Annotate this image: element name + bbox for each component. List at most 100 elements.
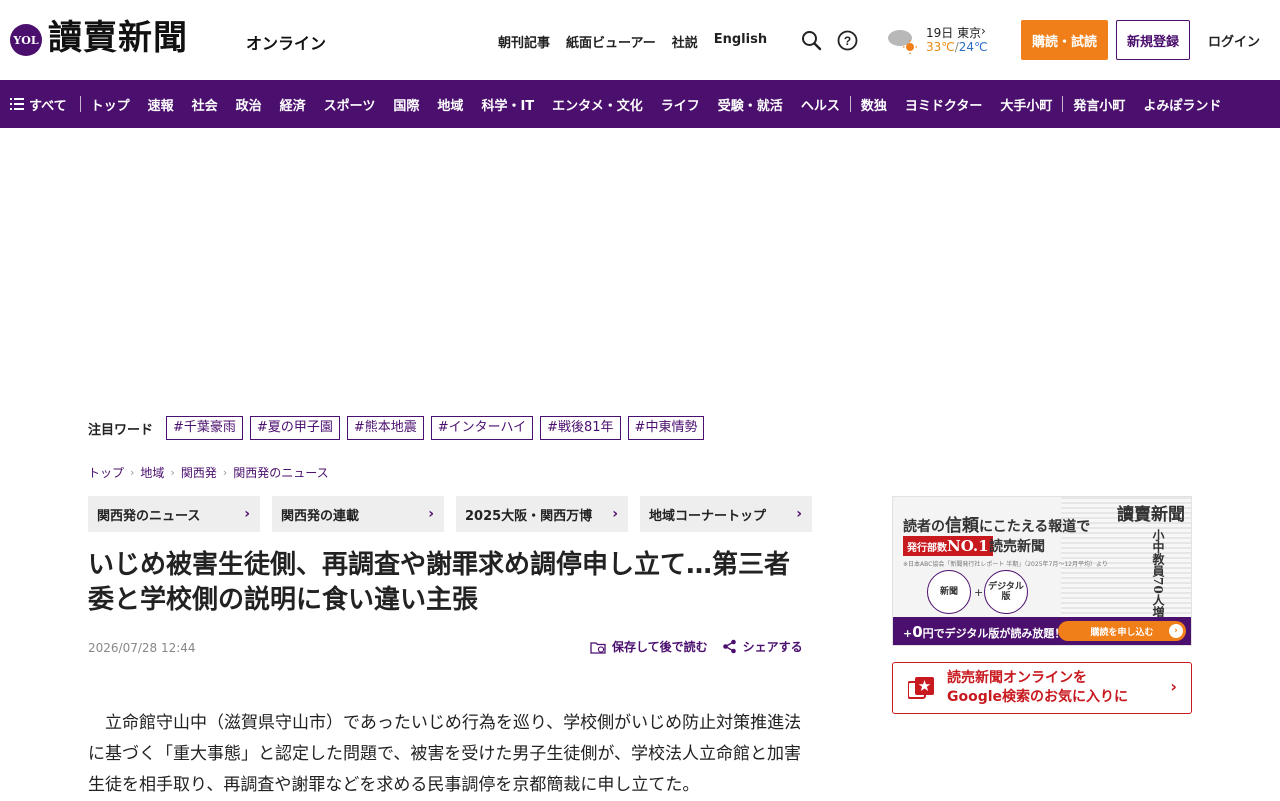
article-actions: 保存して後で読む シェアする	[590, 638, 803, 655]
nav-item-yomidr[interactable]: ヨミドクター	[896, 95, 991, 114]
nav-item-life[interactable]: ライフ	[652, 95, 709, 114]
nav-divider	[849, 96, 851, 112]
article-headline: いじめ被害生徒側、再調査や謝罪求め調停申し立て…第三者委と学校側の説明に食い違い…	[88, 550, 791, 615]
subscribe-button[interactable]: 購読・試読	[1021, 20, 1108, 60]
chevron-right-icon: ›	[428, 506, 434, 522]
weather-widget[interactable]: 19日 東京 › 33℃/24℃	[886, 24, 996, 56]
site-logo[interactable]: 讀賣新聞	[48, 16, 188, 60]
google-favorite-text: 読売新聞オンラインを Google検索のお気に入りに	[947, 669, 1128, 707]
subnav-button[interactable]: 2025大阪・関西万博 ›	[456, 496, 628, 532]
subnav-label: 地域コーナートップ	[649, 508, 767, 524]
breadcrumb-item[interactable]: 地域	[140, 464, 164, 481]
site-header: YOL 讀賣新聞 オンライン 朝刊記事 紙面ビューアー 社説 English ?…	[0, 0, 1280, 80]
ad-space	[0, 128, 1280, 400]
article-body: 立命館守山中（滋賀県守山市）であったいじめ行為を巡り、学校側がいじめ防止対策推進…	[88, 708, 812, 801]
trend-tag[interactable]: #中東情勢	[627, 416, 705, 440]
nav-item-economy[interactable]: 経済	[271, 95, 315, 114]
subnav-label: 2025大阪・関西万博	[465, 508, 593, 524]
temp-low: 24℃	[958, 40, 988, 54]
register-button[interactable]: 新規登録	[1116, 20, 1190, 60]
save-later-button[interactable]: 保存して後で読む	[590, 638, 708, 655]
trend-tag[interactable]: #熊本地震	[346, 416, 424, 440]
subnav-button[interactable]: 地域コーナートップ ›	[640, 496, 812, 532]
temp-high: 33℃	[926, 40, 955, 54]
trending-label: 注目ワード	[88, 422, 154, 438]
chevron-right-icon: ›	[222, 466, 228, 479]
share-label: シェアする	[742, 640, 803, 654]
chevron-right-icon: ›	[170, 466, 175, 479]
nav-item-science[interactable]: 科学・IT	[472, 95, 543, 114]
ad-bar-prefix: +	[903, 627, 913, 640]
ad-tagline-prefix: 読者の	[903, 519, 945, 535]
nav-item-hatsugen[interactable]: 発言小町	[1064, 95, 1134, 114]
nav-divider	[1062, 96, 1064, 112]
trending-words: 注目ワード #千葉豪雨 #夏の甲子園 #熊本地震 #インターハイ #戦後81年 …	[88, 416, 705, 440]
header-link-english[interactable]: English	[714, 32, 767, 51]
subscription-ad-banner[interactable]: 讀賣新聞 小中教員70人増 読者の信頼にこたえる報道で 発行部数NO.1 読売新…	[892, 496, 1192, 646]
chevron-right-icon: ›	[1169, 624, 1183, 638]
share-button[interactable]: シェアする	[722, 638, 803, 655]
save-later-label: 保存して後で読む	[612, 640, 708, 654]
nav-item-komachi[interactable]: 大手小町	[991, 95, 1061, 114]
weather-temps: 33℃/24℃	[926, 40, 988, 54]
subnav-button[interactable]: 関西発のニュース ›	[88, 496, 260, 532]
google-favorite-line2: Google検索のお気に入りに	[947, 689, 1129, 705]
share-icon	[722, 639, 736, 654]
nav-item-sudoku[interactable]: 数独	[852, 95, 896, 114]
trend-tag[interactable]: #千葉豪雨	[166, 416, 243, 440]
ad-tagline-suffix: にこたえる報道で	[979, 519, 1091, 535]
search-icon[interactable]	[800, 29, 822, 51]
yol-logo-badge[interactable]: YOL	[10, 24, 42, 56]
header-link-viewer[interactable]: 紙面ビューアー	[566, 32, 656, 51]
breadcrumb-item[interactable]: トップ	[88, 464, 124, 481]
svg-text:?: ?	[843, 34, 850, 48]
header-link-editorial[interactable]: 社説	[672, 32, 698, 51]
section-subnav: 関西発のニュース › 関西発の連載 › 2025大阪・関西万博 › 地域コーナートップ…	[88, 496, 812, 532]
trend-tag[interactable]: #夏の甲子園	[249, 416, 340, 440]
nav-item-society[interactable]: 社会	[183, 95, 227, 114]
google-favorite-banner[interactable]: 読売新聞オンラインを Google検索のお気に入りに ›	[892, 662, 1192, 714]
ad-tagline: 読者の信頼にこたえる報道で	[903, 511, 1090, 536]
ad-bar-suffix: 円でデジタル版が読み放題！	[922, 627, 1066, 640]
nav-item-politics[interactable]: 政治	[227, 95, 271, 114]
nav-item-top[interactable]: トップ	[82, 95, 139, 114]
nav-item-entertainment[interactable]: エンタメ・文化	[543, 95, 652, 114]
chevron-right-icon: ›	[244, 506, 250, 522]
nav-item-health[interactable]: ヘルス	[792, 95, 849, 114]
nav-item-sports[interactable]: スポーツ	[315, 95, 385, 114]
ad-plus: +	[974, 586, 984, 599]
trend-tag[interactable]: #戦後81年	[540, 416, 621, 440]
article-date: 2026/07/28 12:44	[88, 641, 196, 655]
ad-circle-newspaper: 新聞	[927, 570, 971, 614]
ad-circle-digital: デジタル版	[984, 570, 1028, 614]
no1-badge: 発行部数NO.1	[903, 536, 993, 556]
ad-paper-name: 読売新聞	[989, 539, 1045, 555]
login-button[interactable]: ログイン	[1198, 20, 1270, 60]
nav-item-yomipo[interactable]: よみぽランド	[1134, 95, 1230, 114]
chevron-right-icon: ›	[981, 24, 986, 38]
weather-date: 19日 東京	[926, 26, 982, 40]
site-logo-sub[interactable]: オンライン	[246, 30, 326, 54]
nav-all-button[interactable]: すべて	[0, 95, 79, 114]
subnav-button[interactable]: 関西発の連載 ›	[272, 496, 444, 532]
help-icon[interactable]: ?	[836, 29, 858, 51]
nav-divider	[79, 96, 81, 112]
nav-item-breaking[interactable]: 速報	[139, 95, 183, 114]
nav-item-international[interactable]: 国際	[384, 95, 428, 114]
ad-cta-button[interactable]: 購読を申し込む ›	[1058, 621, 1186, 641]
nav-item-exam[interactable]: 受験・就活	[709, 95, 792, 114]
no1-badge-prefix: 発行部数	[907, 543, 947, 554]
header-link-morning[interactable]: 朝刊記事	[498, 32, 550, 51]
ad-tagline-big: 信頼	[945, 516, 979, 536]
nav-item-local[interactable]: 地域	[428, 95, 472, 114]
breadcrumb-item[interactable]: 関西発のニュース	[233, 464, 328, 481]
ad-bottom-bar: +0円でデジタル版が読み放題！ 購読を申し込む ›	[893, 617, 1191, 645]
breadcrumb-item[interactable]: 関西発	[181, 464, 217, 481]
ad-bar-text: +0円でデジタル版が読み放題！	[903, 623, 1065, 641]
subnav-label: 関西発の連載	[281, 508, 360, 524]
cloud-sun-icon	[888, 30, 917, 54]
no1-badge-big: NO.1	[947, 537, 989, 555]
trend-tag[interactable]: #インターハイ	[430, 416, 534, 440]
breadcrumb: トップ › 地域 › 関西発 › 関西発のニュース	[88, 464, 329, 481]
menu-icon	[10, 98, 24, 110]
